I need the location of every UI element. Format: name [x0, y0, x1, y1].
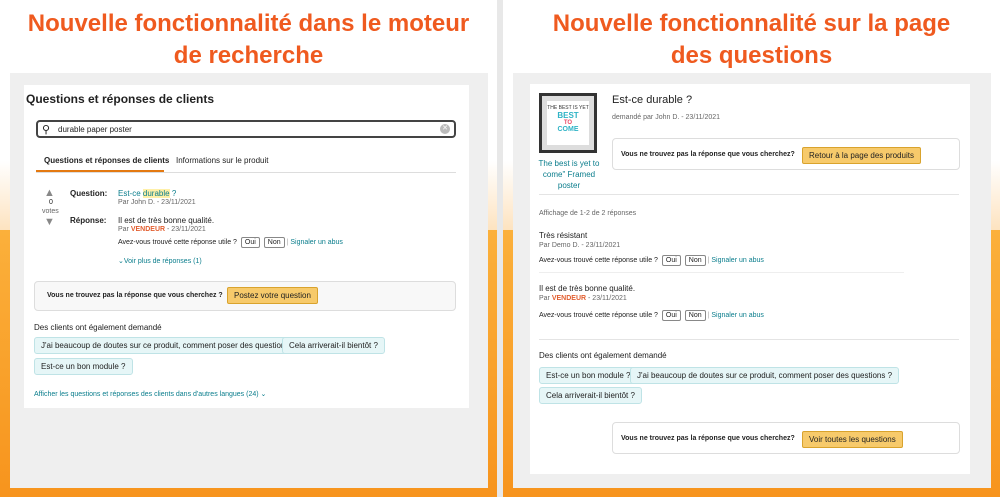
answer-text: Il est de très bonne qualité.: [118, 216, 215, 225]
showing-count: Affichage de 1-2 de 2 réponses: [539, 210, 637, 217]
right-heading-line2: des questions: [670, 42, 833, 69]
other-languages-link[interactable]: Afficher les questions et réponses des c…: [34, 390, 266, 398]
panel-divider: [497, 0, 503, 497]
votes-count: 0: [49, 199, 53, 206]
answer-by: Par VENDEUR - 23/11/2021: [118, 226, 206, 233]
not-found-text: Vous ne trouvez pas la réponse que vous …: [47, 292, 223, 299]
left-card: Questions et réponses de clients ⚲ durab…: [24, 85, 469, 408]
chip-soon[interactable]: Cela arriverait-il bientôt ?: [282, 337, 385, 354]
answer-1-text: Très résistant: [539, 231, 588, 240]
post-question-button[interactable]: Postez votre question: [227, 287, 318, 304]
left-heading-line2: de recherche: [173, 42, 324, 69]
not-found-box-top: Vous ne trouvez pas la réponse que vous …: [612, 138, 960, 170]
not-found-text-bottom: Vous ne trouvez pas la réponse que vous …: [621, 435, 795, 442]
votes-label: votes: [42, 208, 59, 215]
answer-2-by: Par VENDEUR - 23/11/2021: [539, 295, 627, 302]
answer-2-no-button[interactable]: Non: [684, 310, 706, 321]
question-title: Est-ce durable ?: [612, 94, 693, 106]
left-heading: Nouvelle fonctionnalité dans le moteur d…: [0, 8, 497, 72]
not-found-box-bottom: Vous ne trouvez pas la réponse que vous …: [612, 422, 960, 454]
answer-divider: [539, 272, 904, 273]
also-asked-title: Des clients ont également demandé: [34, 323, 162, 332]
right-heading: Nouvelle fonctionnalité sur la page des …: [503, 8, 1000, 72]
tab-product-info[interactable]: Informations sur le produit: [176, 156, 269, 165]
search-input[interactable]: ⚲ durable paper poster ✕: [36, 120, 456, 138]
answer-2-helpful-row: Avez-vous trouvé cette réponse utile ? O…: [539, 310, 764, 321]
helpful-row: Avez-vous trouvé cette réponse utile ? O…: [118, 237, 343, 248]
vote-down-icon[interactable]: ▼: [44, 216, 55, 228]
section-divider-2: [539, 339, 959, 340]
qa-title: Questions et réponses de clients: [26, 92, 215, 106]
tab-qa[interactable]: Questions et réponses de clients: [44, 156, 169, 165]
see-all-questions-button[interactable]: Voir toutes les questions: [802, 431, 903, 448]
section-divider-1: [539, 194, 959, 195]
question-by: Par John D. - 23/11/2021: [118, 199, 196, 206]
question-link[interactable]: Est-ce durable ?: [118, 189, 176, 198]
answer-1-report-link[interactable]: Signaler un abus: [711, 257, 764, 264]
answer-1-no-button[interactable]: Non: [684, 255, 706, 266]
right-heading-line1: Nouvelle fonctionnalité sur la page: [552, 10, 951, 37]
answer-1-helpful-row: Avez-vous trouvé cette réponse utile ? O…: [539, 255, 764, 266]
left-heading-line1: Nouvelle fonctionnalité dans le moteur: [27, 10, 470, 37]
answer-2-yes-button[interactable]: Oui: [661, 310, 681, 321]
question-label: Question:: [70, 189, 108, 198]
answer-2-text: Il est de très bonne qualité.: [539, 284, 636, 293]
answer-label: Réponse:: [70, 216, 107, 225]
right-card: THE BEST IS YET BEST TO COME The best is…: [530, 84, 970, 474]
not-found-box: Vous ne trouvez pas la réponse que vous …: [34, 281, 456, 311]
poster-art: THE BEST IS YET BEST TO COME: [547, 101, 589, 145]
tabs-divider: [36, 172, 456, 173]
question-by: demandé par John D. - 23/11/2021: [612, 114, 721, 121]
chip-doubts[interactable]: J'ai beaucoup de doutes sur ce produit, …: [34, 337, 304, 354]
chip-good-module[interactable]: Est-ce un bon module ?: [34, 358, 133, 375]
product-name-link[interactable]: The best is yet to come" Framed poster: [536, 158, 602, 191]
answer-1-by: Par Demo D. - 23/11/2021: [539, 242, 621, 249]
search-icon: ⚲: [42, 124, 51, 136]
report-link[interactable]: Signaler un abus: [290, 239, 343, 246]
clear-icon[interactable]: ✕: [440, 124, 450, 134]
chip-doubts-right[interactable]: J'ai beaucoup de doutes sur ce produit, …: [630, 367, 900, 384]
not-found-text-top: Vous ne trouvez pas la réponse que vous …: [621, 151, 795, 158]
answer-1-yes-button[interactable]: Oui: [661, 255, 681, 266]
chip-good-module-right[interactable]: Est-ce un bon module ?: [539, 367, 638, 384]
helpful-question: Avez-vous trouvé cette réponse utile ?: [118, 239, 237, 246]
yes-button[interactable]: Oui: [240, 237, 260, 248]
product-image[interactable]: THE BEST IS YET BEST TO COME: [539, 93, 597, 153]
also-asked-title-right: Des clients ont également demandé: [539, 351, 667, 360]
back-to-product-button[interactable]: Retour à la page des produits: [802, 147, 921, 164]
more-answers-link[interactable]: ⌄Voir plus de réponses (1): [118, 257, 202, 265]
vote-up-icon[interactable]: ▲: [44, 187, 55, 199]
chip-soon-right[interactable]: Cela arriverait-il bientôt ?: [539, 387, 642, 404]
answer-2-report-link[interactable]: Signaler un abus: [711, 312, 764, 319]
search-value: durable paper poster: [58, 125, 132, 134]
no-button[interactable]: Non: [263, 237, 285, 248]
